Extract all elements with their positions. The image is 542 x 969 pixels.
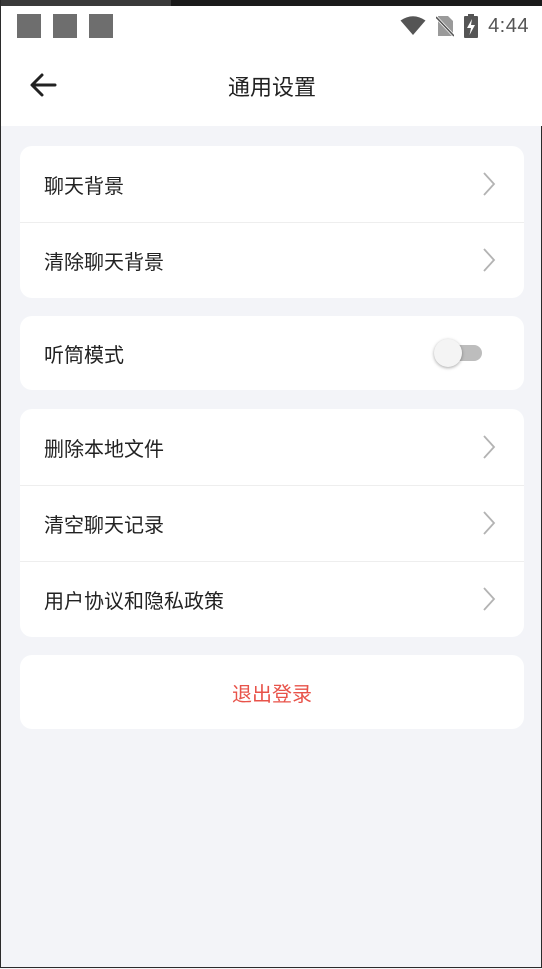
- app-header: 通用设置: [1, 46, 542, 126]
- clear-chat-background-item[interactable]: 清除聊天背景: [20, 222, 524, 298]
- chevron-right-icon: [483, 511, 496, 535]
- chevron-right-icon: [483, 248, 496, 272]
- chevron-right-icon: [483, 435, 496, 459]
- clear-chat-history-label: 清空聊天记录: [44, 512, 164, 537]
- status-time: 4:44: [488, 14, 529, 37]
- page-title: 通用设置: [227, 76, 316, 101]
- notification-square-icon: [89, 14, 113, 38]
- wifi-icon: [400, 16, 426, 36]
- delete-local-files-label: 删除本地文件: [44, 436, 164, 461]
- logout-button[interactable]: 退出登录: [20, 655, 524, 729]
- user-agreement-privacy-item[interactable]: 用户协议和隐私政策: [20, 561, 524, 637]
- user-agreement-privacy-label: 用户协议和隐私政策: [44, 588, 224, 613]
- logout-label: 退出登录: [232, 681, 312, 706]
- toggle-knob: [434, 339, 462, 367]
- chat-background-item[interactable]: 聊天背景: [20, 146, 524, 222]
- earpiece-mode-toggle[interactable]: [434, 338, 484, 368]
- settings-group-earpiece: 听筒模式: [20, 316, 524, 390]
- app-screen: 4:44 通用设置 聊天背景 清除聊天背景 听筒模式 删除本地文件 清空聊天记录…: [0, 0, 542, 968]
- status-bar: 4:44: [1, 6, 542, 46]
- chevron-right-icon: [483, 172, 496, 196]
- settings-group-data: 删除本地文件 清空聊天记录 用户协议和隐私政策: [20, 409, 524, 637]
- earpiece-mode-item: 听筒模式: [20, 316, 524, 390]
- battery-charging-icon: [464, 14, 479, 38]
- notification-square-icon: [17, 14, 41, 38]
- notification-square-icon: [53, 14, 77, 38]
- earpiece-mode-label: 听筒模式: [44, 342, 124, 367]
- chat-background-label: 聊天背景: [44, 173, 124, 198]
- clear-chat-history-item[interactable]: 清空聊天记录: [20, 485, 524, 561]
- no-sim-icon: [436, 15, 455, 37]
- logout-card: 退出登录: [20, 655, 524, 729]
- clear-chat-background-label: 清除聊天背景: [44, 249, 164, 274]
- status-icons: 4:44: [400, 12, 529, 40]
- settings-group-chat-background: 聊天背景 清除聊天背景: [20, 146, 524, 298]
- chevron-right-icon: [483, 587, 496, 611]
- delete-local-files-item[interactable]: 删除本地文件: [20, 409, 524, 485]
